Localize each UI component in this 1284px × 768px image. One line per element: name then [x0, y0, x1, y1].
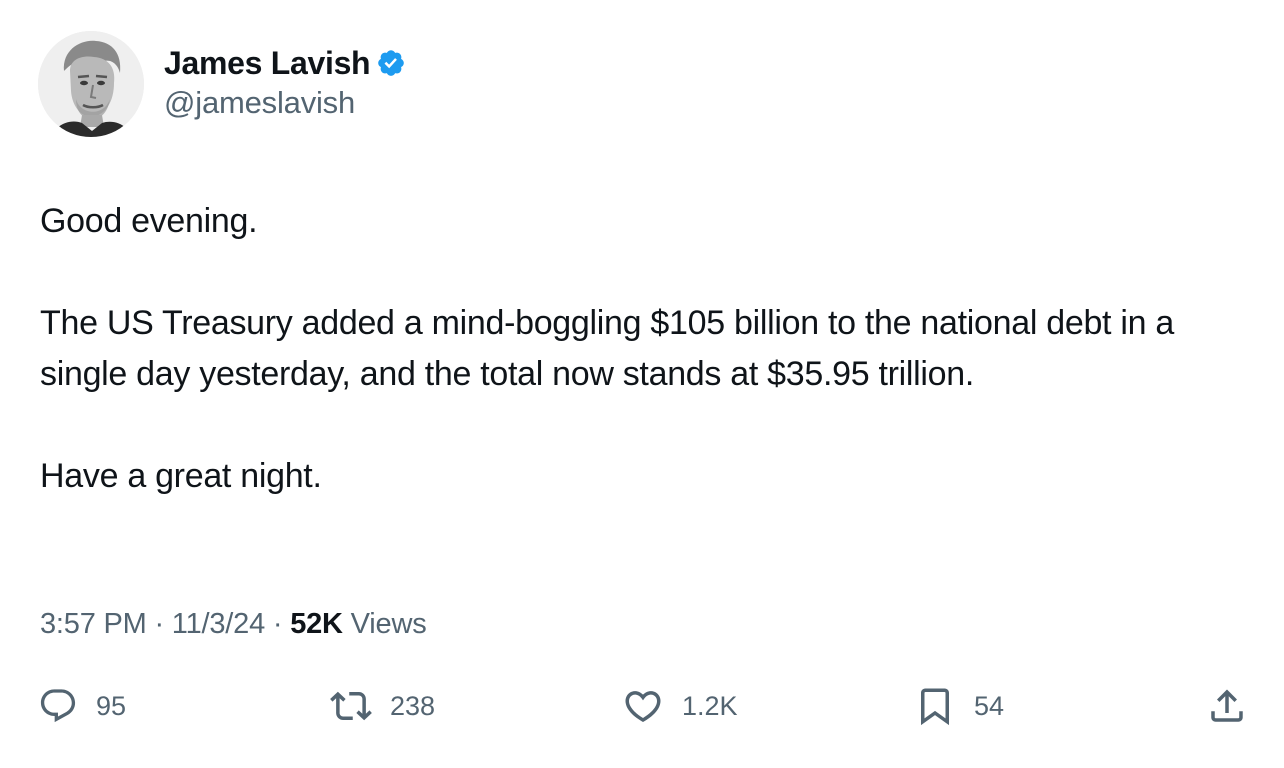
tweet-body: Good evening. The US Treasury added a mi…	[40, 196, 1240, 502]
tweet-paragraph-greeting: Good evening.	[40, 202, 258, 240]
author-names: James Lavish @jameslavish	[164, 43, 406, 121]
repost-button[interactable]: 238	[330, 680, 435, 732]
repost-icon	[330, 691, 372, 721]
reply-button[interactable]: 95	[38, 680, 126, 732]
verified-badge-icon[interactable]	[376, 48, 406, 78]
user-handle[interactable]: @jameslavish	[164, 85, 406, 121]
avatar-photo-icon	[38, 31, 144, 137]
name-row: James Lavish	[164, 43, 406, 83]
action-bar: 95 238 1.2K 54	[0, 680, 1284, 732]
share-icon	[1211, 689, 1243, 722]
meta-separator: ·	[154, 608, 164, 640]
share-button[interactable]	[1206, 680, 1248, 732]
bookmark-count: 54	[974, 690, 1005, 721]
tweet-time[interactable]: 3:57 PM	[40, 608, 147, 640]
repost-count: 238	[390, 690, 436, 721]
views-label: Views	[350, 608, 427, 640]
views-count: 52K	[290, 608, 343, 640]
display-name[interactable]: James Lavish	[164, 45, 371, 82]
reply-icon	[40, 689, 76, 723]
tweet-header: James Lavish @jameslavish	[38, 30, 406, 138]
tweet-meta: 3:57 PM · 11/3/24 · 52K Views	[40, 608, 427, 641]
like-button[interactable]: 1.2K	[622, 680, 738, 732]
tweet-paragraph-signoff: Have a great night.	[40, 457, 322, 495]
bookmark-button[interactable]: 54	[914, 680, 1004, 732]
like-count: 1.2K	[682, 690, 738, 721]
meta-separator: ·	[272, 608, 283, 640]
reply-count: 95	[96, 690, 127, 721]
heart-icon	[625, 691, 661, 723]
tweet-date[interactable]: 11/3/24	[172, 608, 265, 640]
bookmark-icon	[921, 688, 949, 726]
tweet-paragraph-main: The US Treasury added a mind-boggling $1…	[40, 304, 1174, 393]
avatar[interactable]	[38, 31, 144, 137]
